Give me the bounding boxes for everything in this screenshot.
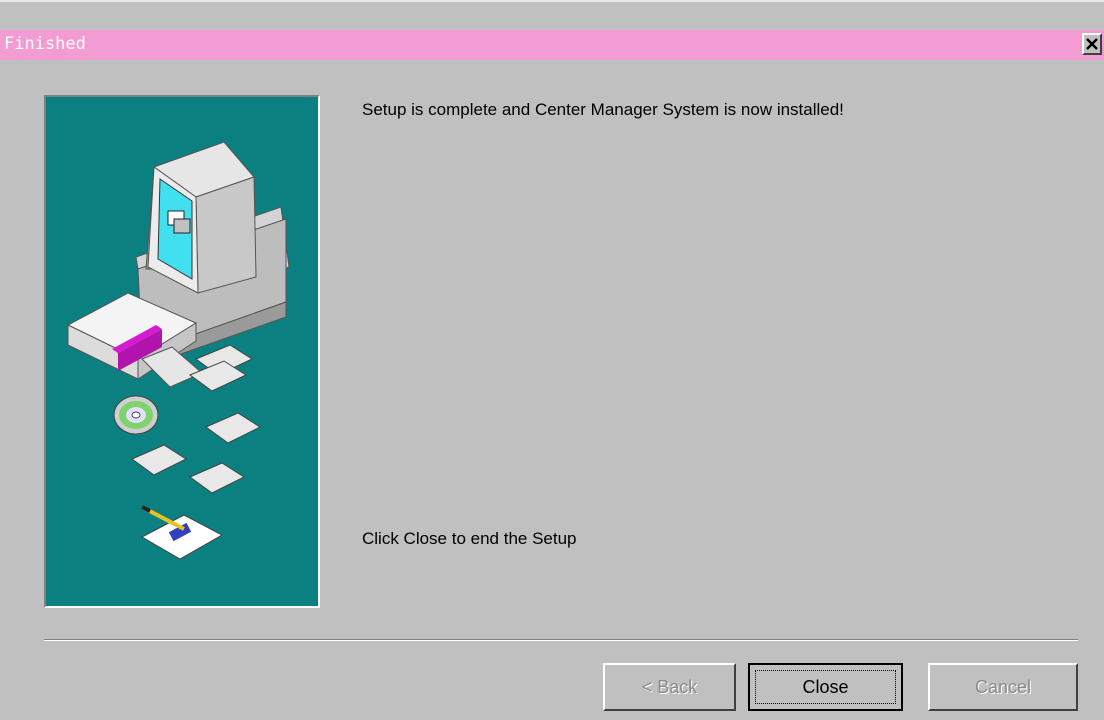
setup-illustration — [44, 95, 320, 608]
focus-rectangle — [755, 670, 896, 704]
instruction-message: Click Close to end the Setup — [362, 529, 577, 548]
back-button-label: < Back — [641, 676, 698, 697]
separator-line — [44, 639, 1078, 641]
window-title: Finished — [4, 34, 86, 54]
close-button[interactable]: Close — [748, 663, 903, 711]
pen-and-paper-icon — [140, 505, 224, 560]
title-bar[interactable]: Finished — [0, 30, 1104, 60]
completion-message: Setup is complete and Center Manager Sys… — [362, 100, 844, 119]
close-x-icon — [1086, 38, 1098, 50]
close-window-button[interactable] — [1082, 33, 1102, 55]
cd-disc-icon — [113, 395, 159, 435]
setup-dialog: Finished Setup is complete and Center Ma… — [0, 0, 1104, 720]
cancel-button[interactable]: Cancel — [928, 663, 1078, 711]
cancel-button-label: Cancel — [974, 676, 1032, 697]
back-button[interactable]: < Back — [603, 663, 736, 711]
